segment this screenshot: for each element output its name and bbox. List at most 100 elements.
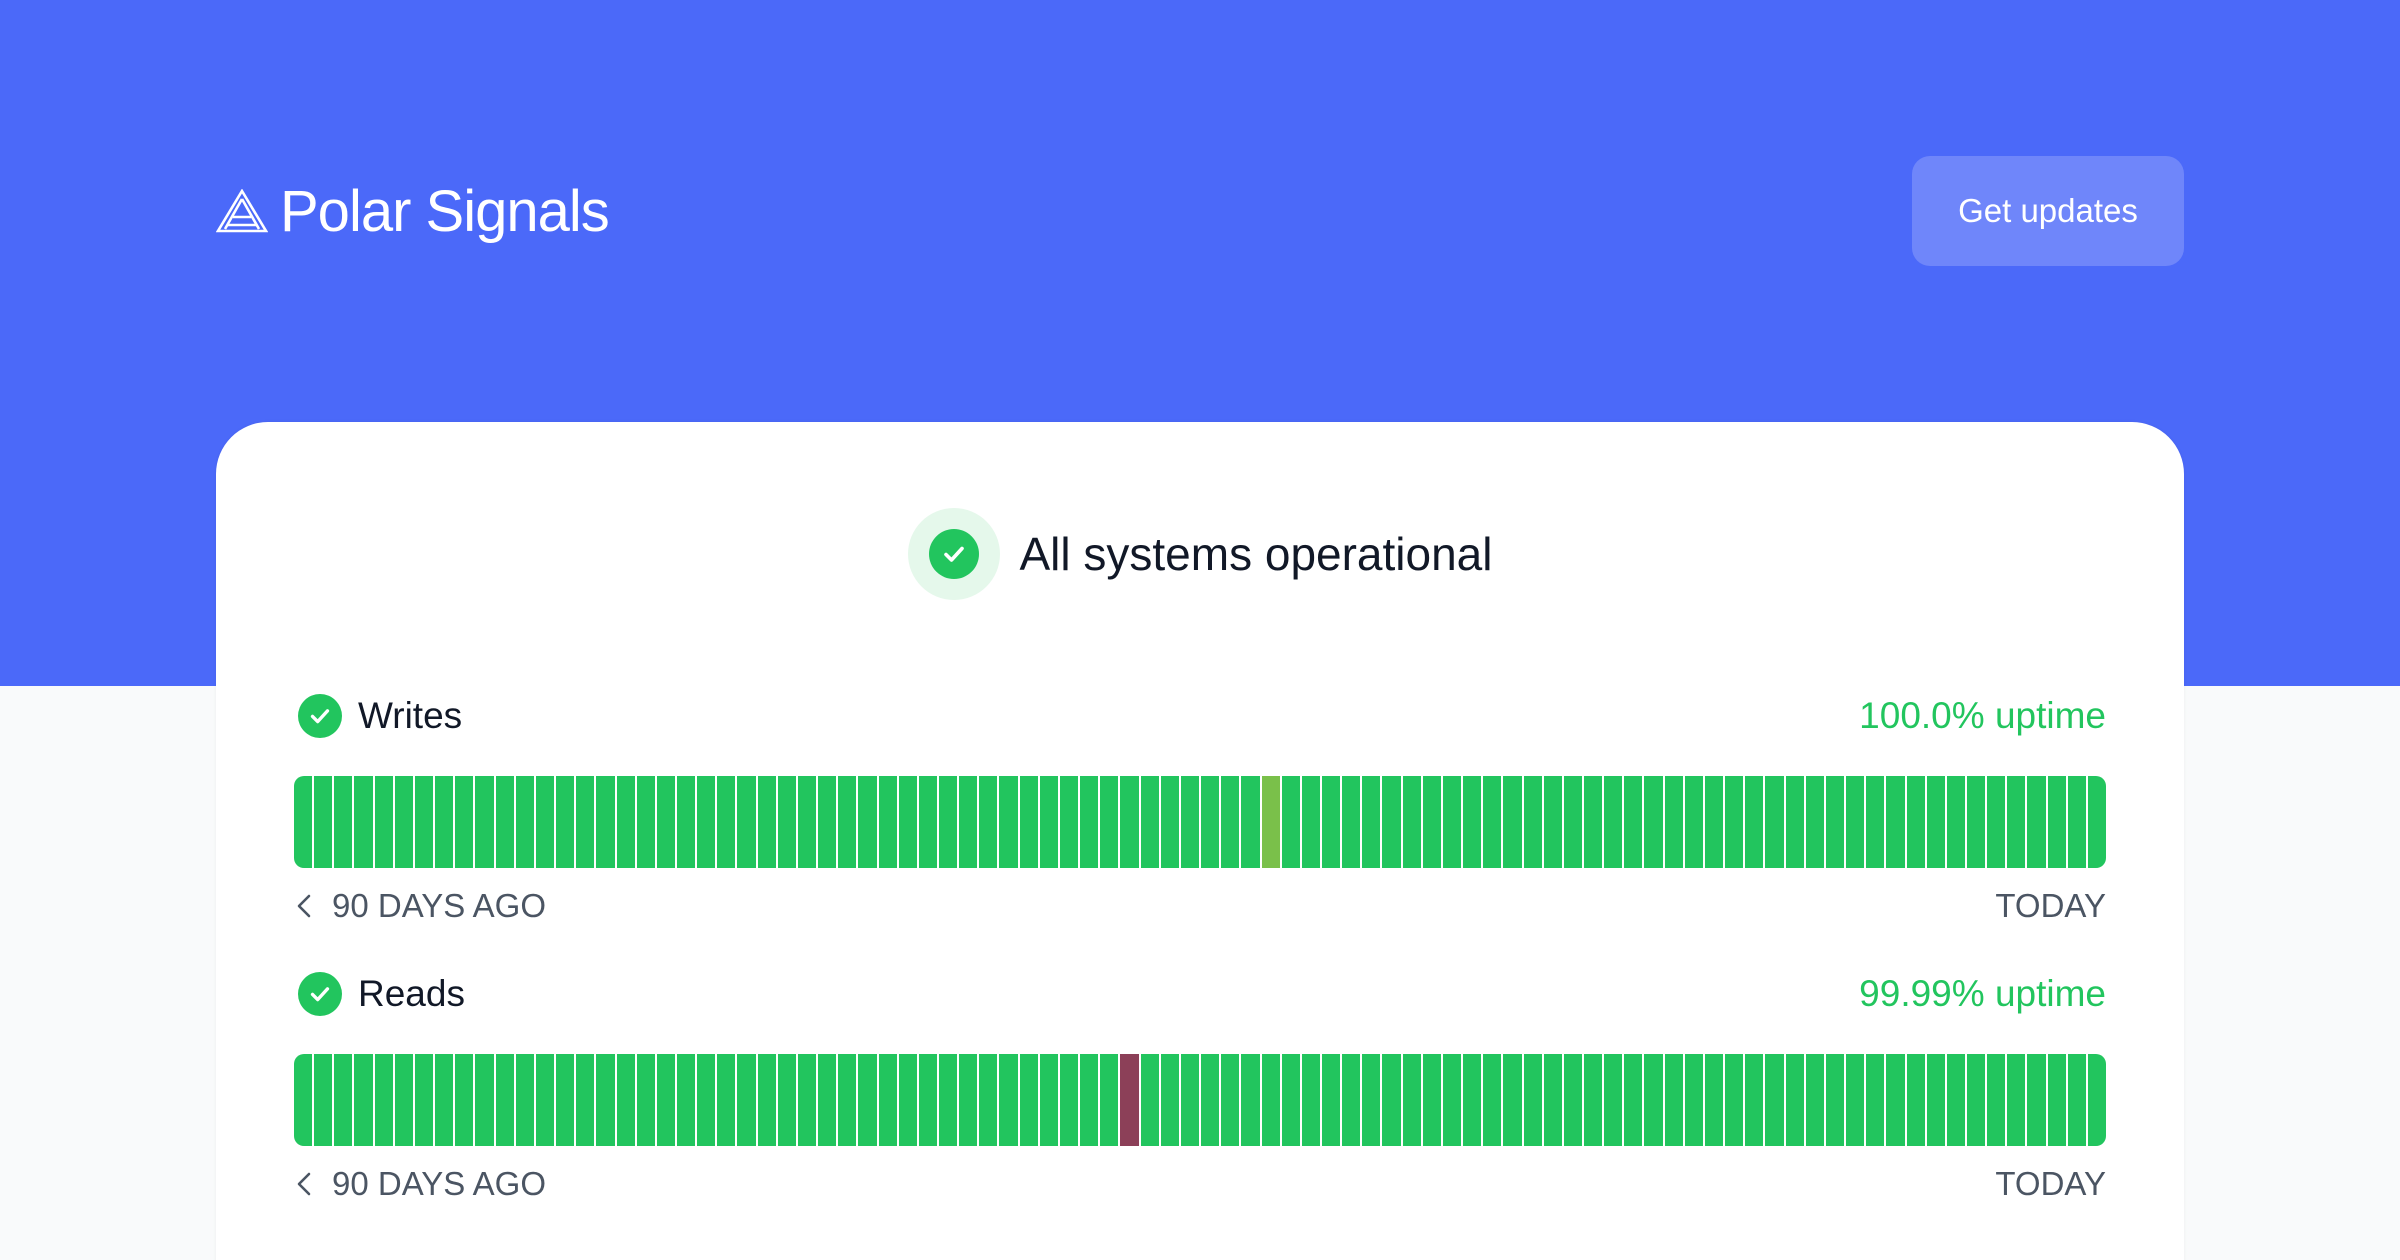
uptime-day-bar[interactable] — [737, 776, 758, 868]
uptime-day-bar[interactable] — [1120, 1054, 1141, 1146]
uptime-day-bar[interactable] — [2007, 776, 2028, 868]
uptime-day-bar[interactable] — [1201, 776, 1222, 868]
uptime-day-bar[interactable] — [455, 776, 476, 868]
uptime-day-bar[interactable] — [656, 776, 677, 868]
range-start[interactable]: 90 DAYS AGO — [294, 1162, 546, 1206]
uptime-day-bar[interactable] — [717, 776, 738, 868]
uptime-day-bar[interactable] — [1725, 1054, 1746, 1146]
uptime-day-bar[interactable] — [1321, 776, 1343, 868]
uptime-day-bar[interactable] — [1543, 1054, 1564, 1146]
uptime-day-bar[interactable] — [1039, 1054, 1060, 1146]
uptime-day-bar[interactable] — [616, 776, 637, 868]
uptime-day-bar[interactable] — [878, 776, 899, 868]
uptime-day-bar[interactable] — [2047, 1054, 2068, 1146]
uptime-day-bar[interactable] — [1463, 776, 1484, 868]
uptime-day-bar[interactable] — [2027, 776, 2048, 868]
uptime-day-bar[interactable] — [1886, 776, 1907, 868]
uptime-day-bar[interactable] — [1684, 1054, 1705, 1146]
uptime-day-bar[interactable] — [1483, 776, 1504, 868]
uptime-day-bar[interactable] — [495, 1054, 516, 1146]
uptime-day-bar[interactable] — [676, 1054, 698, 1146]
uptime-day-bar[interactable] — [1785, 776, 1806, 868]
uptime-day-bar[interactable] — [959, 776, 980, 868]
uptime-day-bar[interactable] — [1160, 776, 1181, 868]
uptime-day-bar[interactable] — [1523, 776, 1544, 868]
uptime-day-bar[interactable] — [1100, 776, 1121, 868]
uptime-day-bar[interactable] — [838, 1054, 859, 1146]
uptime-day-bar[interactable] — [1301, 1054, 1322, 1146]
uptime-day-bar[interactable] — [1362, 1054, 1383, 1146]
uptime-day-bar[interactable] — [596, 776, 617, 868]
uptime-day-bar[interactable] — [2067, 1054, 2088, 1146]
uptime-day-bar[interactable] — [455, 1054, 476, 1146]
uptime-day-bar[interactable] — [374, 776, 395, 868]
uptime-day-bar[interactable] — [1483, 1054, 1504, 1146]
uptime-day-bar[interactable] — [475, 1054, 496, 1146]
uptime-day-bar[interactable] — [1704, 1054, 1726, 1146]
uptime-day-bar[interactable] — [697, 1054, 718, 1146]
uptime-day-bar[interactable] — [1906, 1054, 1927, 1146]
uptime-day-bar[interactable] — [1563, 1054, 1584, 1146]
uptime-day-bar[interactable] — [1946, 1054, 1967, 1146]
uptime-day-bar[interactable] — [636, 1054, 657, 1146]
uptime-day-bar[interactable] — [556, 776, 577, 868]
uptime-day-bar[interactable] — [576, 776, 597, 868]
uptime-day-bar[interactable] — [959, 1054, 980, 1146]
uptime-day-bar[interactable] — [858, 776, 879, 868]
uptime-day-bar[interactable] — [1684, 776, 1705, 868]
uptime-day-bar[interactable] — [354, 776, 375, 868]
uptime-day-bar[interactable] — [1966, 1054, 1988, 1146]
uptime-day-bar[interactable] — [1805, 776, 1826, 868]
uptime-day-bar[interactable] — [999, 1054, 1020, 1146]
uptime-day-bar[interactable] — [334, 1054, 355, 1146]
uptime-day-bar[interactable] — [818, 1054, 839, 1146]
uptime-day-bar[interactable] — [1362, 776, 1383, 868]
uptime-day-bar[interactable] — [697, 776, 718, 868]
uptime-day-bar[interactable] — [2047, 776, 2068, 868]
uptime-day-bar[interactable] — [1765, 1054, 1786, 1146]
uptime-day-bar[interactable] — [1966, 776, 1988, 868]
uptime-day-bar[interactable] — [757, 776, 778, 868]
uptime-day-bar[interactable] — [1866, 776, 1887, 868]
uptime-day-bar[interactable] — [2067, 776, 2088, 868]
uptime-day-bar[interactable] — [1442, 1054, 1464, 1146]
uptime-day-bar[interactable] — [1019, 776, 1040, 868]
uptime-day-bar[interactable] — [797, 1054, 819, 1146]
uptime-day-bar[interactable] — [1261, 776, 1282, 868]
uptime-day-bar[interactable] — [495, 776, 516, 868]
uptime-day-bar[interactable] — [2087, 1054, 2106, 1146]
uptime-day-bar[interactable] — [999, 776, 1020, 868]
uptime-day-bar[interactable] — [435, 776, 456, 868]
uptime-day-bar[interactable] — [1503, 1054, 1524, 1146]
uptime-day-bar[interactable] — [1604, 1054, 1625, 1146]
uptime-day-bar[interactable] — [475, 776, 496, 868]
uptime-day-bar[interactable] — [1987, 1054, 2008, 1146]
uptime-day-bar[interactable] — [1221, 1054, 1242, 1146]
uptime-day-bar[interactable] — [1785, 1054, 1806, 1146]
uptime-day-bar[interactable] — [294, 1054, 315, 1146]
uptime-day-bar[interactable] — [1704, 776, 1726, 868]
uptime-day-bar[interactable] — [1805, 1054, 1826, 1146]
uptime-day-bar[interactable] — [616, 1054, 637, 1146]
uptime-day-bar[interactable] — [1644, 1054, 1665, 1146]
uptime-day-bar[interactable] — [656, 1054, 677, 1146]
range-start[interactable]: 90 DAYS AGO — [294, 884, 546, 928]
uptime-day-bar[interactable] — [1180, 1054, 1202, 1146]
brand-logo[interactable]: Polar Signals — [216, 176, 610, 246]
uptime-day-bar[interactable] — [1745, 1054, 1766, 1146]
uptime-day-bar[interactable] — [1624, 776, 1645, 868]
uptime-day-bar[interactable] — [535, 776, 557, 868]
uptime-day-bar[interactable] — [334, 776, 355, 868]
uptime-day-bar[interactable] — [1180, 776, 1202, 868]
uptime-day-bar[interactable] — [1886, 1054, 1907, 1146]
uptime-day-bar[interactable] — [838, 776, 859, 868]
uptime-day-bar[interactable] — [1846, 1054, 1867, 1146]
uptime-day-bar[interactable] — [576, 1054, 597, 1146]
uptime-day-bar[interactable] — [939, 776, 960, 868]
uptime-day-bar[interactable] — [1422, 776, 1443, 868]
uptime-day-bar[interactable] — [1342, 776, 1363, 868]
uptime-day-bar[interactable] — [1946, 776, 1967, 868]
uptime-day-bar[interactable] — [1059, 1054, 1081, 1146]
get-updates-button[interactable]: Get updates — [1912, 156, 2184, 266]
uptime-day-bar[interactable] — [1301, 776, 1322, 868]
